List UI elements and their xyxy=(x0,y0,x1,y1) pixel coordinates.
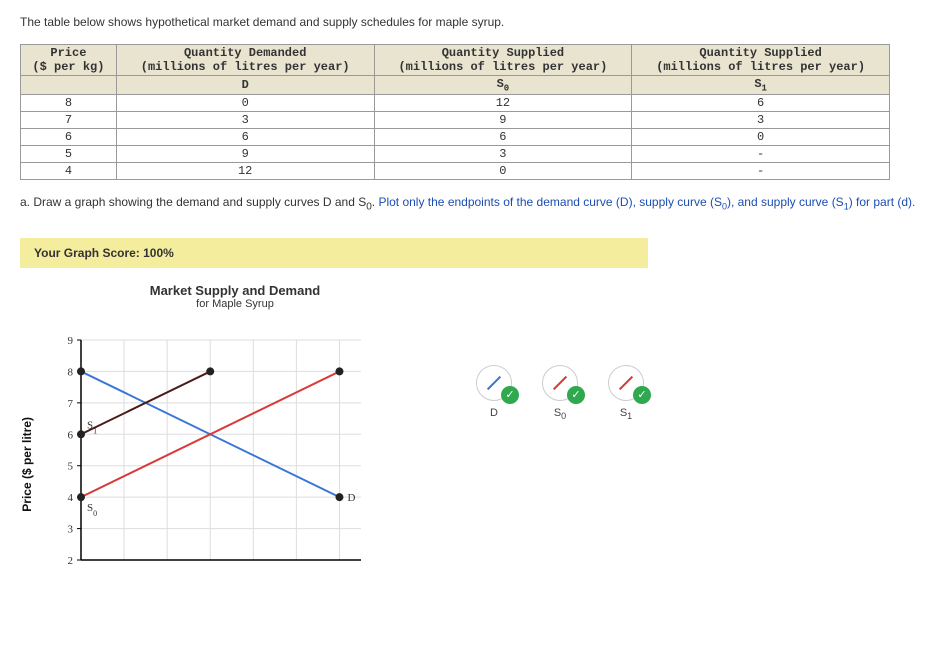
check-icon: ✓ xyxy=(567,386,585,404)
cell: 3 xyxy=(374,146,632,163)
y-axis-label: Price ($ per litre) xyxy=(20,377,34,512)
svg-text:9: 9 xyxy=(68,335,74,347)
svg-text:5: 5 xyxy=(68,460,74,472)
th-qd: Quantity Demanded (millions of litres pe… xyxy=(116,45,374,76)
subhead-d: D xyxy=(116,76,374,95)
cell: 9 xyxy=(374,112,632,129)
table-row: 5 9 3 - xyxy=(21,146,890,163)
subhead-blank xyxy=(21,76,117,95)
intro-text: The table below shows hypothetical marke… xyxy=(20,15,931,29)
cell: 6 xyxy=(116,129,374,146)
question-a: a. Draw a graph showing the demand and s… xyxy=(20,195,931,212)
cell: 5 xyxy=(21,146,117,163)
th-price: Price ($ per kg) xyxy=(21,45,117,76)
svg-text:8: 8 xyxy=(68,366,74,378)
svg-text:S1: S1 xyxy=(87,419,97,435)
cell: 9 xyxy=(116,146,374,163)
svg-text:S0: S0 xyxy=(87,502,97,517)
score-banner: Your Graph Score: 100% xyxy=(20,238,648,268)
line-icon xyxy=(487,376,501,390)
tool-d[interactable]: ✓ D xyxy=(476,365,512,421)
cell: 0 xyxy=(632,129,890,146)
tool-s1[interactable]: ✓ S1 xyxy=(608,365,644,421)
cell: - xyxy=(632,146,890,163)
check-icon: ✓ xyxy=(633,386,651,404)
table-row: 6 6 6 0 xyxy=(21,129,890,146)
tool-label: S1 xyxy=(620,407,632,421)
th-qs0: Quantity Supplied (millions of litres pe… xyxy=(374,45,632,76)
subhead-s1: S1 xyxy=(632,76,890,95)
svg-text:3: 3 xyxy=(68,523,74,535)
tool-label: D xyxy=(490,407,498,419)
table-row: 4 12 0 - xyxy=(21,163,890,180)
cell: 6 xyxy=(21,129,117,146)
check-icon: ✓ xyxy=(501,386,519,404)
subhead-s0: S0 xyxy=(374,76,632,95)
chart-title: Market Supply and Demand xyxy=(105,283,365,298)
svg-text:D: D xyxy=(347,492,355,504)
svg-text:6: 6 xyxy=(68,429,74,441)
cell: 0 xyxy=(116,95,374,112)
data-table: Price ($ per kg) Quantity Demanded (mill… xyxy=(20,44,890,180)
tool-s0[interactable]: ✓ S0 xyxy=(542,365,578,421)
cell: 4 xyxy=(21,163,117,180)
svg-text:2: 2 xyxy=(68,555,74,567)
cell: 8 xyxy=(21,95,117,112)
chart-subtitle: for Maple Syrup xyxy=(105,298,365,310)
cell: 12 xyxy=(374,95,632,112)
cell: 6 xyxy=(632,95,890,112)
svg-text:7: 7 xyxy=(68,398,74,410)
tool-palette: ✓ D ✓ S0 ✓ S1 xyxy=(476,365,656,421)
line-icon xyxy=(619,376,633,390)
chart-plot[interactable]: 9 8 7 6 5 4 3 2 D S1 S0 xyxy=(36,320,426,570)
cell: 0 xyxy=(374,163,632,180)
cell: 12 xyxy=(116,163,374,180)
line-icon xyxy=(553,376,567,390)
table-row: 7 3 9 3 xyxy=(21,112,890,129)
tool-label: S0 xyxy=(554,407,566,421)
th-qs1: Quantity Supplied (millions of litres pe… xyxy=(632,45,890,76)
cell: 3 xyxy=(116,112,374,129)
cell: 6 xyxy=(374,129,632,146)
cell: 3 xyxy=(632,112,890,129)
cell: 7 xyxy=(21,112,117,129)
svg-text:4: 4 xyxy=(68,492,74,504)
table-row: 8 0 12 6 xyxy=(21,95,890,112)
cell: - xyxy=(632,163,890,180)
